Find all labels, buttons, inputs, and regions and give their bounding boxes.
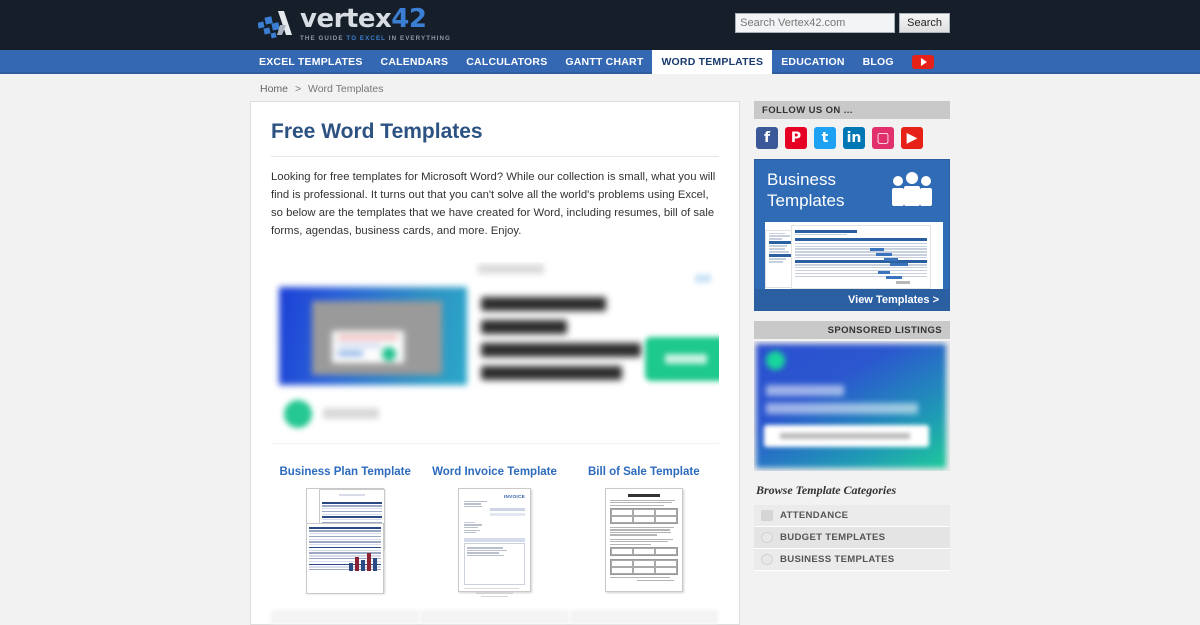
view-templates-label: View Templates > <box>848 293 939 306</box>
business-ad-line1: Business <box>767 170 836 189</box>
business-templates-ad[interactable]: Business Templates View Templates > <box>754 159 950 311</box>
tagline-pre: THE GUIDE <box>300 35 347 42</box>
template-card-title[interactable]: Business Plan Template <box>271 466 419 478</box>
pie-chart-icon <box>761 532 773 543</box>
sponsored-ad-headline-1 <box>766 385 844 396</box>
template-thumbnail[interactable] <box>570 488 718 600</box>
category-label: BUDGET TEMPLATES <box>780 532 886 543</box>
pinterest-icon[interactable]: P <box>785 127 807 149</box>
tagline-post: IN EVERYTHING <box>385 35 451 42</box>
linkedin-icon[interactable]: in <box>843 127 865 149</box>
ad-headline <box>481 297 641 389</box>
search-area: Search <box>735 13 950 33</box>
breadcrumb-home[interactable]: Home <box>260 83 288 95</box>
ad-image <box>279 287 467 386</box>
browse-categories-title: Browse Template Categories <box>756 483 897 497</box>
tagline-highlight: TO EXCEL <box>346 35 386 42</box>
sidebar: FOLLOW US ON ... f P t in ▢ ▶ Business T… <box>754 101 950 571</box>
category-item-attendance[interactable]: ATTENDANCE <box>754 505 950 527</box>
template-thumbnail[interactable]: INVOICE <box>420 488 568 600</box>
main-navigation: EXCEL TEMPLATES CALENDARS CALCULATORS GA… <box>0 50 1200 74</box>
sponsored-ad[interactable] <box>754 341 950 471</box>
business-ad-cta[interactable]: View Templates > <box>755 289 949 310</box>
template-card-description <box>271 610 420 625</box>
template-card-title[interactable]: Bill of Sale Template <box>570 466 718 478</box>
nav-item-calendars[interactable]: CALENDARS <box>372 50 458 74</box>
site-logo[interactable]: vertex42 THE GUIDE TO EXCEL IN EVERYTHIN… <box>258 6 451 42</box>
people-group-icon <box>892 172 932 206</box>
ad-label <box>478 264 544 275</box>
nav-item-excel-templates[interactable]: EXCEL TEMPLATES <box>250 50 372 74</box>
template-card[interactable]: Bill of Sale Template <box>569 466 718 625</box>
business-ad-title: Business Templates <box>767 170 844 211</box>
category-label: BUSINESS TEMPLATES <box>780 554 895 565</box>
ad-close-icon[interactable] <box>695 274 711 284</box>
logo-number: 42 <box>391 4 427 34</box>
advertisement-banner[interactable] <box>271 262 719 445</box>
business-ad-line2: Templates <box>767 190 845 210</box>
bill-of-sale-document-thumbnail <box>604 488 683 593</box>
template-card-title[interactable]: Word Invoice Template <box>420 466 568 478</box>
nav-item-education[interactable]: EDUCATION <box>772 50 853 74</box>
twitter-icon[interactable]: t <box>814 127 836 149</box>
sponsored-ad-brand-icon <box>766 351 785 370</box>
briefcase-icon <box>761 554 773 565</box>
page-body: Free Word Templates Looking for free tem… <box>250 101 950 625</box>
logo-word: vertex <box>300 4 392 34</box>
sponsored-ad-input[interactable] <box>764 425 929 447</box>
category-label: ATTENDANCE <box>780 510 849 521</box>
follow-us-header: FOLLOW US ON ... <box>754 101 950 119</box>
site-header: vertex42 THE GUIDE TO EXCEL IN EVERYTHIN… <box>0 0 1200 50</box>
calendar-icon <box>761 510 773 521</box>
youtube-play-icon[interactable] <box>911 55 934 69</box>
template-card-list: Business Plan Template Word Invoice Temp… <box>271 466 719 625</box>
breadcrumb-current: Word Templates <box>308 83 384 95</box>
instagram-icon[interactable]: ▢ <box>872 127 894 149</box>
business-plan-document-thumbnail <box>306 488 386 595</box>
breadcrumb: Home > Word Templates <box>250 74 950 101</box>
template-card[interactable]: Business Plan Template <box>271 466 420 625</box>
category-item-business-templates[interactable]: BUSINESS TEMPLATES <box>754 549 950 571</box>
search-input[interactable] <box>735 13 896 33</box>
category-item-budget-templates[interactable]: BUDGET TEMPLATES <box>754 527 950 549</box>
ad-cta-button[interactable] <box>645 337 719 382</box>
sponsored-listings-header: SPONSORED LISTINGS <box>754 321 950 339</box>
nav-item-calculators[interactable]: CALCULATORS <box>457 50 556 74</box>
main-content: Free Word Templates Looking for free tem… <box>250 101 740 625</box>
breadcrumb-separator: > <box>294 83 302 95</box>
template-card-description <box>420 610 569 625</box>
logo-tagline: THE GUIDE TO EXCEL IN EVERYTHING <box>300 35 451 42</box>
sponsored-ad-headline-2 <box>766 403 918 414</box>
page-title: Free Word Templates <box>271 120 719 157</box>
category-list: ATTENDANCE BUDGET TEMPLATES BUSINESS TEM… <box>754 505 950 571</box>
template-thumbnail[interactable] <box>271 488 419 600</box>
search-button[interactable]: Search <box>899 13 950 33</box>
social-links: f P t in ▢ ▶ <box>754 119 950 159</box>
template-card-description <box>569 610 718 625</box>
invoice-document-thumbnail: INVOICE <box>457 488 531 597</box>
nav-item-blog[interactable]: BLOG <box>854 50 903 74</box>
invoice-heading: INVOICE <box>503 494 525 500</box>
nav-item-word-templates[interactable]: WORD TEMPLATES <box>652 50 773 74</box>
ad-brand-icon <box>284 400 312 429</box>
vertex42-logo-mark <box>258 11 292 39</box>
gantt-chart-preview <box>765 222 943 292</box>
mini-bar-chart-icon <box>349 551 379 572</box>
template-card[interactable]: Word Invoice Template INVOICE <box>420 466 569 625</box>
facebook-icon[interactable]: f <box>756 127 778 149</box>
ad-brand-text <box>323 408 379 420</box>
youtube-icon[interactable]: ▶ <box>901 127 923 149</box>
intro-paragraph: Looking for free templates for Microsoft… <box>271 171 716 237</box>
nav-item-gantt-chart[interactable]: GANTT CHART <box>556 50 652 74</box>
